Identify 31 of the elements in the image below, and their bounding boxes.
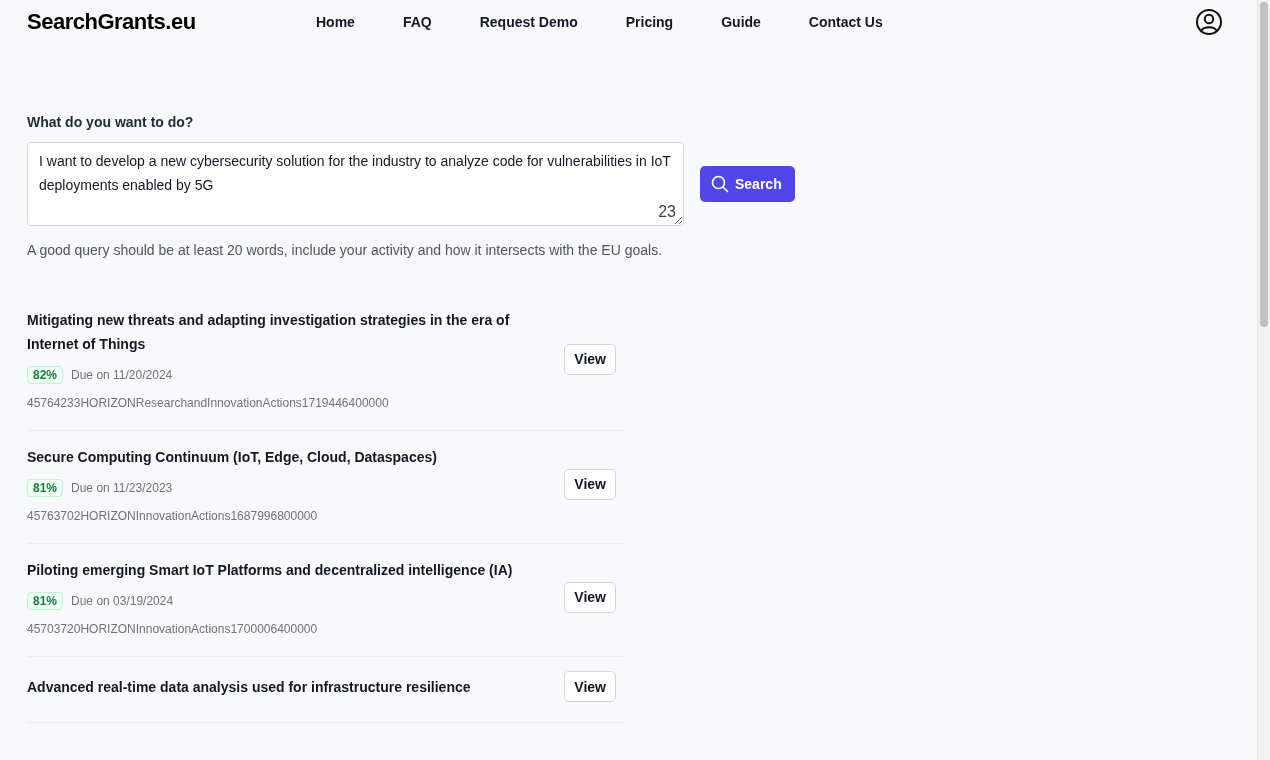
grant-id: 45764233HORIZONResearchandInnovationActions1719446400000 — [27, 396, 390, 410]
query-label: What do you want to do? — [27, 114, 195, 130]
search-button[interactable]: Search — [700, 166, 795, 202]
result-title: Advanced real-time data analysis used for infrastructure resilience — [27, 677, 472, 697]
match-score: 81% — [27, 479, 64, 497]
result-title: Piloting emerging Smart IoT Platforms and decentralized intelligence (IA) — [27, 561, 514, 580]
view-button[interactable]: View — [564, 581, 616, 613]
view-button[interactable]: View — [564, 671, 616, 702]
match-score: 81% — [27, 592, 64, 610]
view-button[interactable]: View — [564, 343, 616, 375]
nav-link[interactable]: Home — [316, 14, 355, 30]
due-date: Due on 11/23/2023 — [71, 481, 173, 495]
nav-link[interactable]: Contact Us — [808, 14, 883, 30]
grant-id: 45763702HORIZONInnovationActions1687996800000 — [27, 509, 319, 523]
view-button[interactable]: View — [564, 468, 616, 500]
query-hint: A good query should be at least 20 words, include your activity and how it intersects with the EU goals. — [27, 241, 664, 260]
search-icon — [711, 175, 729, 193]
result-title: Mitigating new threats and adapting investigation strategies in the era of Internet of Things — [27, 311, 511, 354]
due-date: Due on 11/20/2024 — [71, 368, 173, 382]
nav-link[interactable]: Request Demo — [479, 14, 578, 30]
grant-id: 45703720HORIZONInnovationActions1700006400000 — [27, 622, 319, 636]
nav-link[interactable]: Pricing — [625, 14, 674, 30]
word-count: 23 — [658, 203, 676, 221]
user-account-icon[interactable] — [1195, 8, 1223, 36]
due-date: Due on 03/19/2024 — [71, 594, 174, 608]
nav-link[interactable]: FAQ — [402, 14, 432, 30]
match-score: 82% — [27, 366, 64, 384]
site-logo[interactable]: SearchGrants.eu — [27, 9, 316, 35]
result-title: Secure Computing Continuum (IoT, Edge, Cloud, Dataspaces) — [27, 448, 438, 467]
scrollbar[interactable] — [1257, 0, 1270, 760]
nav-link[interactable]: Guide — [721, 14, 761, 30]
